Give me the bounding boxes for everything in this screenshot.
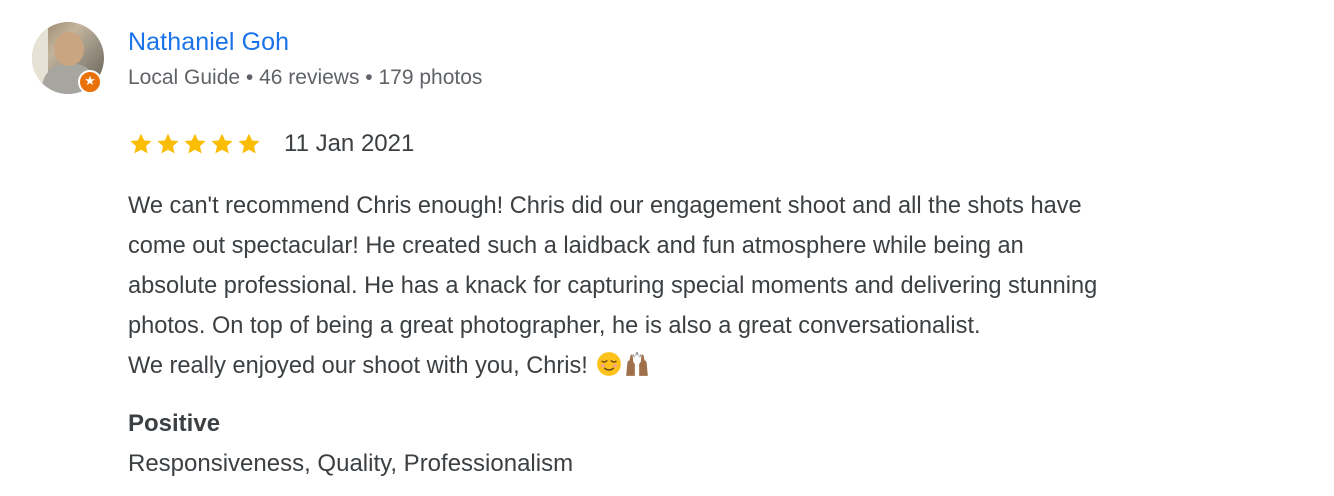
review-line: absolute professional. He has a knack fo… (128, 273, 1098, 299)
star-icon (157, 133, 179, 154)
star-icon (130, 133, 152, 154)
avatar-face (54, 32, 84, 66)
reviewer-name[interactable]: Nathaniel Goh (128, 28, 289, 57)
rating-row: 11 Jan 2021 (128, 130, 414, 158)
review-line: come out spectacular! He created such a … (128, 233, 1024, 259)
review-line: photos. On top of being a great photogra… (128, 313, 981, 339)
star-icon (211, 133, 233, 154)
reviewer-meta: Local Guide • 46 reviews • 179 photos (128, 66, 483, 89)
star-icon (238, 133, 260, 154)
attributes-heading: Positive (128, 410, 221, 437)
local-guide-star-icon: ★ (78, 70, 102, 94)
raising-hands-emoji (626, 352, 649, 376)
attributes-list: Responsiveness, Quality, Professionalism (128, 450, 574, 477)
review-text: We can't recommend Chris enough! Chris d… (128, 186, 1328, 386)
relieved-face-emoji (597, 352, 622, 376)
star-rating (128, 131, 262, 157)
star-icon (184, 133, 206, 154)
review-line: We really enjoyed our shoot with you, Ch… (128, 353, 588, 379)
review-date: 11 Jan 2021 (284, 130, 415, 157)
review-line: We can't recommend Chris enough! Chris d… (128, 193, 1082, 219)
review-line-last: We really enjoyed our shoot with you, Ch… (128, 346, 1328, 386)
